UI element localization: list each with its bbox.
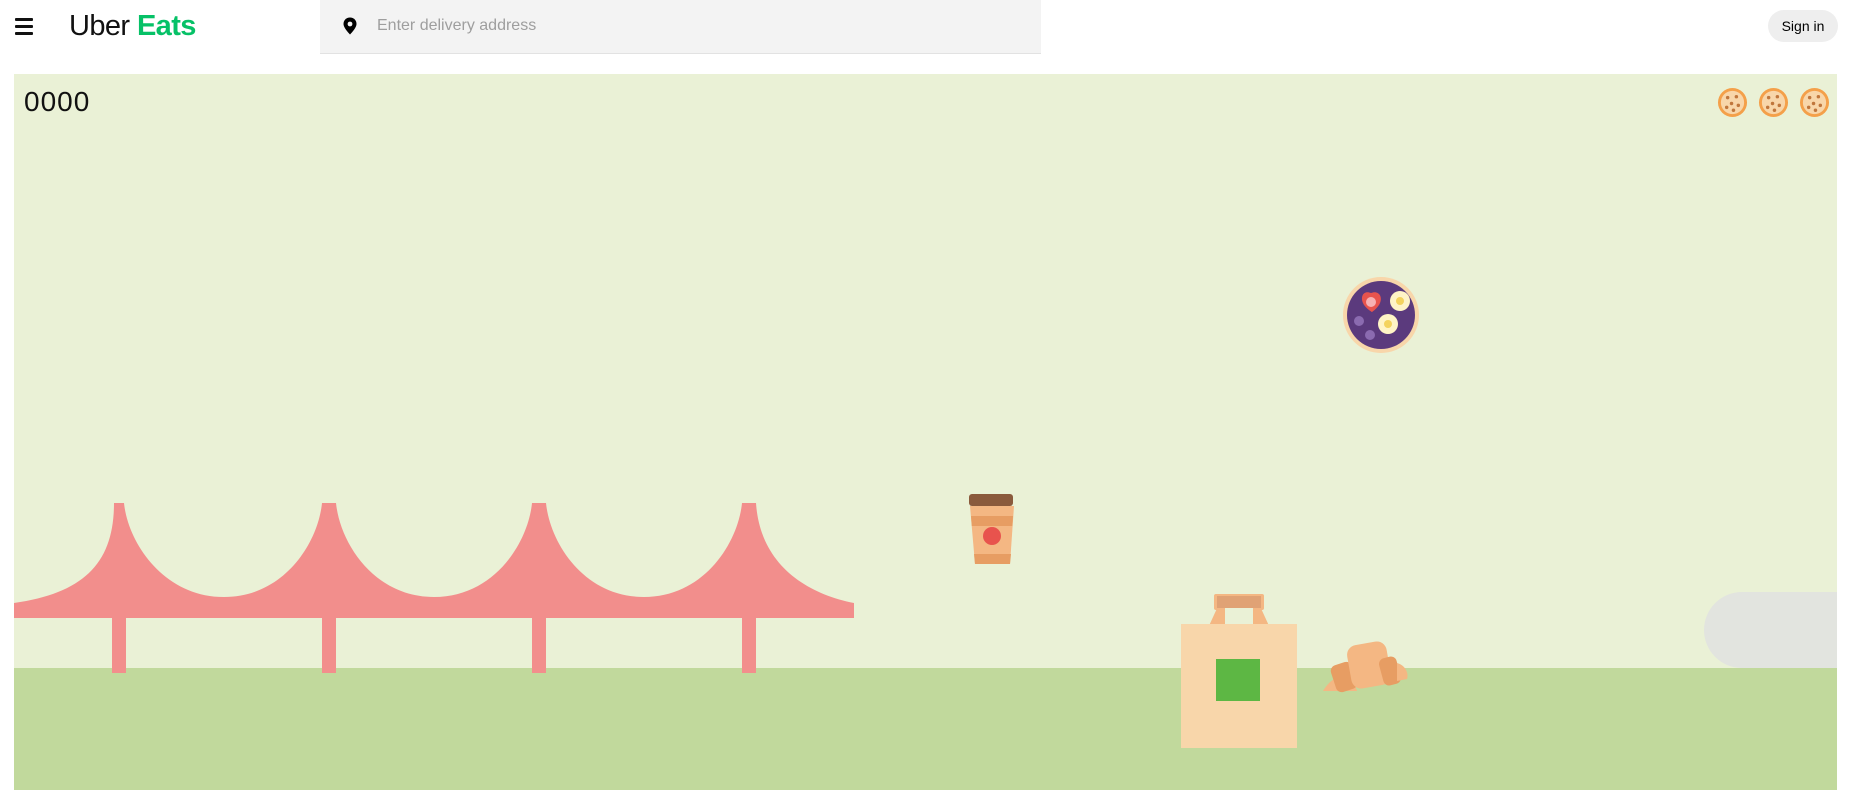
uber-eats-logo[interactable]: Uber Eats [69, 8, 196, 44]
cookie-icon [1717, 87, 1748, 118]
ground [14, 668, 1837, 790]
delivery-address-bar[interactable] [320, 0, 1041, 54]
score-counter: 0000 [24, 86, 91, 117]
logo-word-eats: Eats [136, 10, 196, 42]
lives-indicator [1717, 87, 1830, 118]
hamburger-menu-icon[interactable] [13, 16, 35, 36]
delivery-address-input[interactable] [375, 12, 1019, 40]
golden-gate-bridge [14, 503, 854, 673]
cookie-icon [1758, 87, 1789, 118]
obstacle [1704, 592, 1837, 668]
game-canvas[interactable]: 0000 [14, 74, 1837, 790]
sign-in-button[interactable]: Sign in [1768, 10, 1838, 42]
croissant [1323, 641, 1408, 693]
logo-word-uber: Uber [69, 10, 130, 42]
cookie-icon [1799, 87, 1830, 118]
takeout-bag [1181, 594, 1297, 748]
location-pin-icon [343, 17, 357, 35]
acai-bowl [1343, 277, 1419, 353]
top-nav: Uber Eats Sign in [0, 0, 1853, 74]
coffee-cup [969, 494, 1014, 564]
